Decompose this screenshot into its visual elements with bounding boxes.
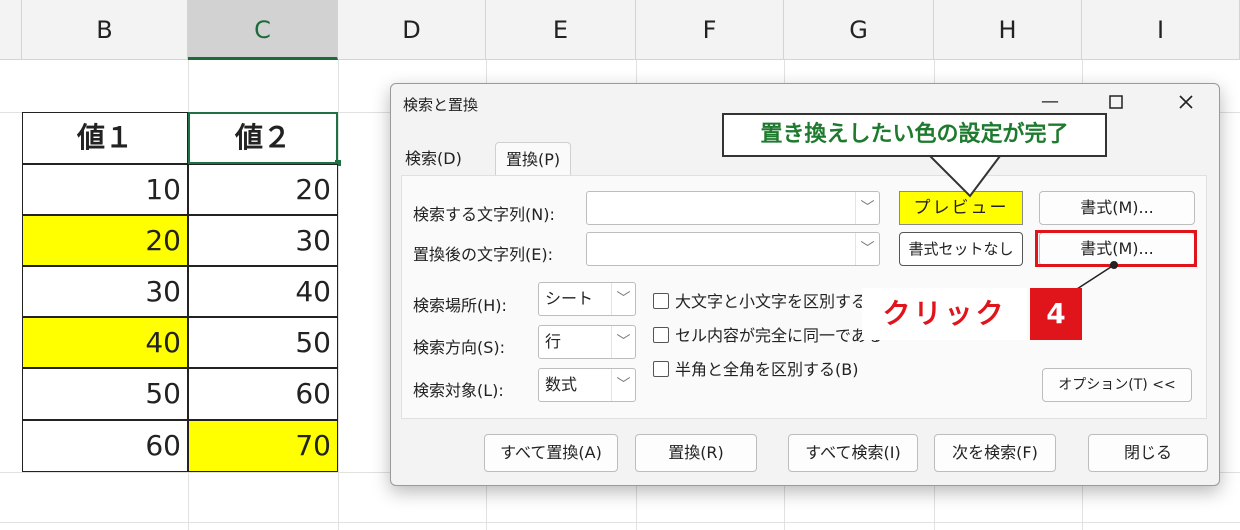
click-annotation: クリック <box>862 288 1027 340</box>
annotation-pointers <box>927 155 1118 301</box>
callout-pointer <box>927 155 1002 198</box>
annotation-callout: 置き換えしたい色の設定が完了 <box>722 113 1107 157</box>
step-number-badge: 4 <box>1030 288 1082 340</box>
leader-dot <box>1110 261 1118 269</box>
